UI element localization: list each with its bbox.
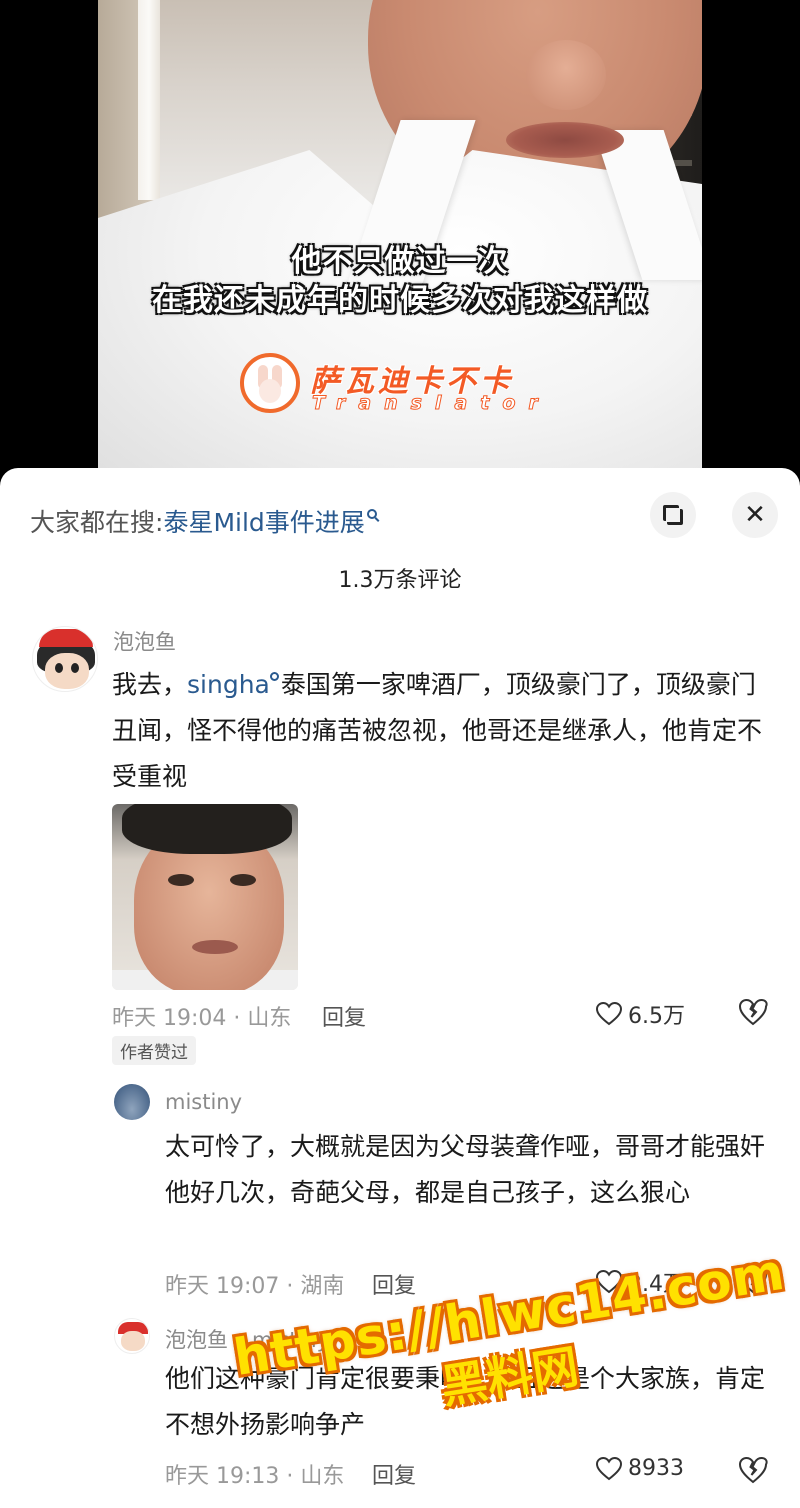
- person-nose: [526, 40, 606, 110]
- comment-username[interactable]: 泡泡鱼: [165, 1328, 228, 1352]
- expand-icon: [663, 505, 683, 525]
- avatar[interactable]: [114, 1084, 150, 1120]
- image-hair: [122, 804, 292, 854]
- search-suggestion-query[interactable]: 泰星Mild事件进展: [163, 508, 364, 537]
- avatar[interactable]: [114, 1318, 150, 1354]
- like-button[interactable]: 8933: [596, 1456, 684, 1481]
- search-suggestion[interactable]: 大家都在搜:泰星Mild事件进展: [30, 503, 377, 539]
- search-icon: [366, 509, 377, 519]
- avatar-face: [121, 1331, 145, 1351]
- video-player[interactable]: 他不只做过一次 在我还未成年的时候多次对我这样做 萨瓦迪卡不卡 Translat…: [0, 0, 800, 490]
- rabbit-face: [259, 379, 281, 403]
- comment-search-link[interactable]: singha: [187, 670, 270, 699]
- image-mouth: [192, 940, 238, 954]
- reply-button[interactable]: 回复: [322, 1000, 366, 1032]
- avatar-cap: [39, 629, 93, 647]
- broken-heart-icon[interactable]: [738, 1456, 768, 1484]
- translator-label: Translator: [312, 392, 551, 415]
- broken-heart-icon[interactable]: [738, 998, 768, 1026]
- image-eye: [168, 874, 194, 886]
- like-count: 6.5万: [628, 1004, 685, 1029]
- search-icon: [269, 672, 279, 681]
- avatar[interactable]: [32, 626, 98, 692]
- background-pillar: [138, 0, 160, 200]
- comment-text-part: 我去，: [112, 670, 188, 699]
- video-subtitle-line-1: 他不只做过一次: [291, 244, 509, 279]
- video-subtitle-line-2: 在我还未成年的时候多次对我这样做: [152, 283, 648, 318]
- translator-logo-icon: [240, 353, 300, 413]
- reply-button[interactable]: 回复: [372, 1268, 416, 1300]
- avatar-face: [45, 653, 89, 689]
- person-mouth: [506, 122, 624, 158]
- comment-time-location: 昨天 19:04 · 山东: [112, 1006, 292, 1031]
- author-liked-badge: 作者赞过: [112, 1036, 196, 1065]
- comment-username[interactable]: 泡泡鱼: [113, 626, 176, 656]
- close-icon: ✕: [744, 500, 766, 530]
- comment-username[interactable]: mistiny: [165, 1090, 242, 1114]
- close-button[interactable]: ✕: [732, 492, 778, 538]
- search-suggestion-prefix: 大家都在搜:: [30, 508, 164, 537]
- expand-button[interactable]: [650, 492, 696, 538]
- comment-text: 我去，singha 泰国第一家啤酒厂，顶级豪门了，顶级豪门丑闻，怪不得他的痛苦被忽…: [112, 662, 772, 800]
- comment-text: 太可怜了，大概就是因为父母装聋作哑，哥哥才能强奸他好几次，奇葩父母，都是自己孩子…: [165, 1132, 766, 1207]
- heart-icon: [596, 1456, 622, 1480]
- like-button[interactable]: 6.5万: [596, 998, 685, 1030]
- comment-image[interactable]: [112, 804, 298, 990]
- like-count: 8933: [628, 1456, 684, 1481]
- heart-icon: [596, 1002, 622, 1026]
- comment-time-location: 昨天 19:07 · 湖南: [165, 1274, 345, 1299]
- avatar-eye: [71, 663, 79, 673]
- image-eye: [230, 874, 256, 886]
- avatar-eye: [55, 663, 63, 673]
- comment-count: 1.3万条评论: [338, 568, 462, 593]
